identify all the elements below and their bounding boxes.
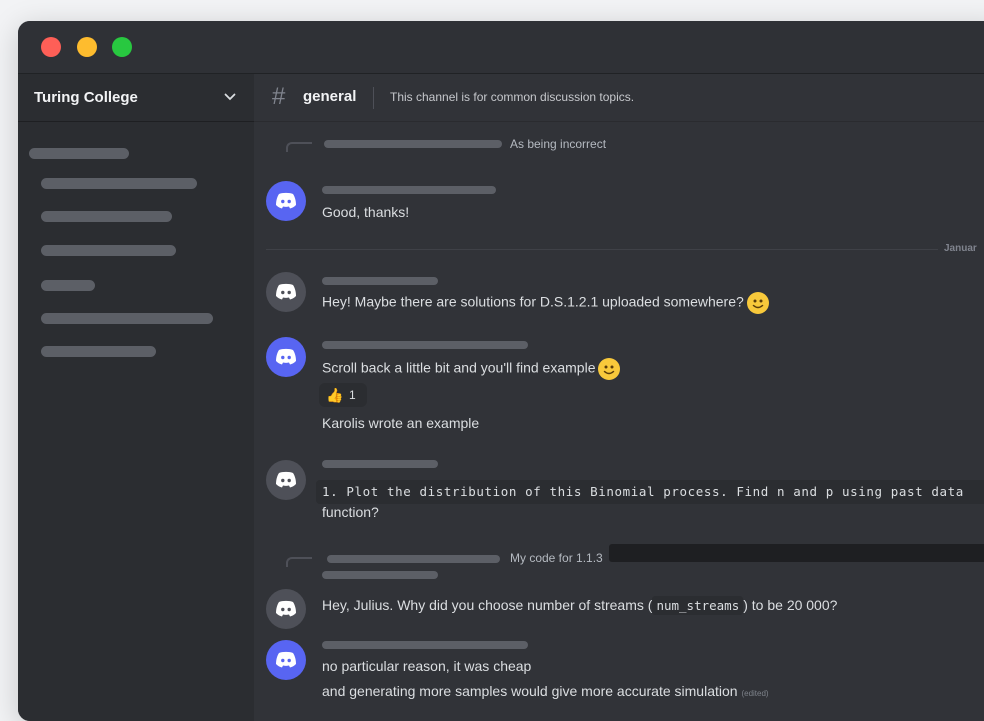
zoom-window-button[interactable] xyxy=(112,37,132,57)
author-placeholder xyxy=(322,186,496,194)
message-text: function? xyxy=(322,504,379,520)
avatar[interactable] xyxy=(266,640,306,680)
message-text-after-code: ) to be 20 000? xyxy=(743,597,838,613)
discord-logo-icon xyxy=(276,600,296,617)
reply-author-placeholder xyxy=(327,555,500,563)
avatar[interactable] xyxy=(266,589,306,629)
channel-sidebar: Turing College xyxy=(18,74,254,721)
message-text-content: Hey! Maybe there are solutions for D.S.1… xyxy=(322,293,744,310)
channel-placeholder[interactable] xyxy=(41,178,197,189)
discord-logo-icon xyxy=(276,283,296,300)
message-text: Good, thanks! xyxy=(322,204,410,220)
code-text: 1. Plot the distribution of this Binomia… xyxy=(322,484,964,499)
message-text: no particular reason, it was cheap xyxy=(322,658,532,674)
reaction-count: 1 xyxy=(349,388,356,402)
message-text-content: and generating more samples would give m… xyxy=(322,683,738,699)
discord-logo-icon xyxy=(276,651,296,668)
message-text: Hey, Julius. Why did you choose number o… xyxy=(322,596,838,615)
date-divider xyxy=(266,249,938,250)
channel-placeholder[interactable] xyxy=(41,346,156,357)
reply-author-placeholder xyxy=(324,140,502,148)
author-placeholder xyxy=(322,341,528,349)
author-placeholder xyxy=(322,277,438,285)
reply-embed-preview xyxy=(609,544,984,562)
reply-connector xyxy=(286,142,312,152)
avatar[interactable] xyxy=(266,272,306,312)
thumbs-up-icon: 👍 xyxy=(326,387,344,403)
discord-logo-icon xyxy=(276,348,296,365)
channel-header: # general This channel is for common dis… xyxy=(254,74,984,122)
code-block: 1. Plot the distribution of this Binomia… xyxy=(316,480,984,504)
close-window-button[interactable] xyxy=(41,37,61,57)
discord-logo-icon xyxy=(276,192,296,209)
channel-placeholder[interactable] xyxy=(41,313,213,324)
reply-preview[interactable]: As being incorrect xyxy=(510,137,606,151)
edited-label: (edited) xyxy=(741,689,769,698)
message-text: Karolis wrote an example xyxy=(322,415,480,431)
reply-preview[interactable]: My code for 1.1.3 xyxy=(510,551,603,565)
channel-placeholder[interactable] xyxy=(41,245,176,256)
minimize-window-button[interactable] xyxy=(77,37,97,57)
author-placeholder xyxy=(322,641,528,649)
message-text: Hey! Maybe there are solutions for D.S.1… xyxy=(322,292,769,314)
message-text-before-code: Hey, Julius. Why did you choose number o… xyxy=(322,597,653,613)
avatar[interactable] xyxy=(266,181,306,221)
app-window: Turing College # general This channel is… xyxy=(18,21,984,721)
avatar[interactable] xyxy=(266,460,306,500)
hashtag-icon: # xyxy=(272,83,286,110)
channel-placeholder[interactable] xyxy=(41,280,95,291)
channel-placeholder[interactable] xyxy=(41,211,172,222)
avatar[interactable] xyxy=(266,337,306,377)
slightly-smiling-face-icon xyxy=(746,292,769,314)
reply-connector xyxy=(286,557,312,567)
header-divider xyxy=(373,87,374,109)
category-placeholder xyxy=(29,148,129,159)
message-text-content: Scroll back a little bit and you'll find… xyxy=(322,359,596,376)
date-divider-label: Januar xyxy=(944,243,977,254)
channel-topic: This channel is for common discussion to… xyxy=(390,90,635,104)
message-text: Scroll back a little bit and you'll find… xyxy=(322,358,621,380)
title-bar xyxy=(18,21,984,74)
author-placeholder xyxy=(322,571,438,579)
chevron-down-icon xyxy=(224,93,236,101)
author-placeholder xyxy=(322,460,438,468)
inline-code: num_streams xyxy=(652,596,744,615)
chat-area: # general This channel is for common dis… xyxy=(254,74,984,721)
message-text: and generating more samples would give m… xyxy=(322,683,769,699)
server-header[interactable]: Turing College xyxy=(18,74,254,122)
channel-name: general xyxy=(303,88,357,105)
reaction-button[interactable]: 👍 1 xyxy=(319,383,367,407)
discord-logo-icon xyxy=(276,471,296,488)
slightly-smiling-face-icon xyxy=(598,358,621,380)
server-name: Turing College xyxy=(34,89,138,106)
